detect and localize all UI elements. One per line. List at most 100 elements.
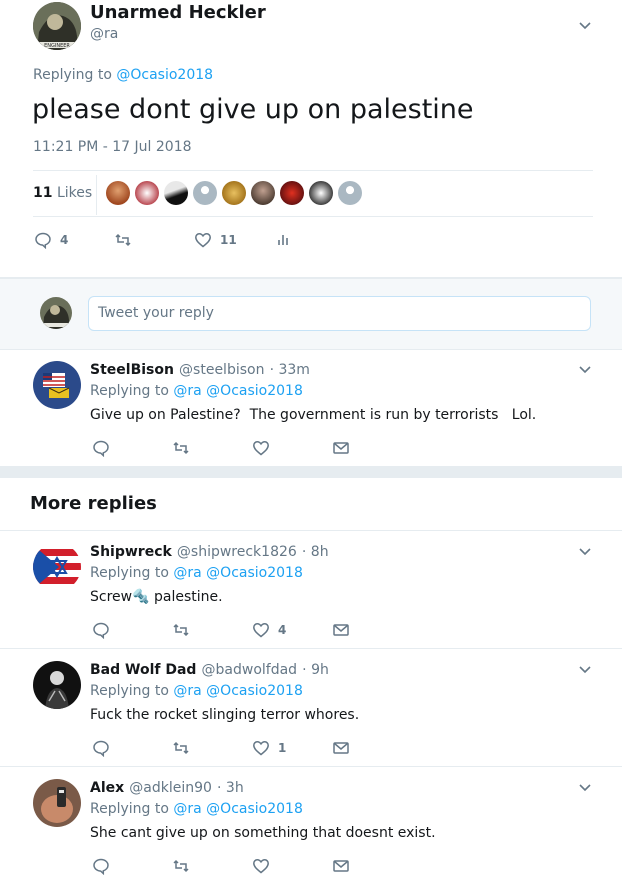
reply-avatar[interactable]	[33, 661, 81, 709]
replying-prefix: Replying to	[90, 565, 169, 581]
reply-avatar[interactable]	[33, 361, 81, 409]
retweet-icon	[115, 233, 131, 247]
avatar[interactable]	[280, 181, 304, 205]
heart-icon	[253, 741, 269, 756]
reply-replying-to: Replying to @ra @Ocasio2018	[90, 801, 303, 817]
divider	[33, 170, 593, 171]
divider	[0, 530, 622, 531]
reply-author-name[interactable]: Bad Wolf Dad	[90, 662, 196, 678]
like-button[interactable]: 1	[252, 739, 286, 757]
direct-message-button[interactable]	[332, 739, 350, 757]
reply-time[interactable]: · 8h	[302, 544, 329, 560]
direct-message-button[interactable]	[332, 439, 350, 457]
reply-button[interactable]: 4	[34, 231, 68, 249]
analytics-button[interactable]	[274, 231, 292, 249]
chevron-down-icon[interactable]	[578, 780, 592, 794]
replying-prefix: Replying to	[90, 683, 169, 699]
reply-author-name[interactable]: SteelBison	[90, 362, 174, 378]
reply-text: Give up on Palestine? The government is …	[90, 407, 537, 423]
reply-button[interactable]	[92, 857, 118, 875]
envelope-icon	[333, 442, 349, 454]
reply-button[interactable]	[92, 439, 118, 457]
direct-message-button[interactable]	[332, 621, 350, 639]
reply-time[interactable]: · 33m	[270, 362, 310, 378]
avatar[interactable]	[164, 181, 188, 205]
main-author-avatar[interactable]: ENGINEER	[33, 2, 81, 50]
reply-replying-to: Replying to @ra @Ocasio2018	[90, 383, 303, 399]
retweet-button[interactable]	[172, 857, 198, 875]
chevron-down-icon[interactable]	[578, 18, 592, 32]
section-separator	[0, 466, 622, 478]
like-button[interactable]	[252, 439, 278, 457]
avatar[interactable]	[135, 181, 159, 205]
envelope-icon	[333, 742, 349, 754]
reply-header: Alex @adklein90 · 3h	[90, 777, 244, 796]
reply-replying-to: Replying to @ra @Ocasio2018	[90, 565, 303, 581]
avatar[interactable]	[193, 181, 217, 205]
avatar[interactable]	[222, 181, 246, 205]
reply-icon	[35, 232, 51, 249]
reply-button[interactable]	[92, 739, 118, 757]
reply-replying-to: Replying to @ra @Ocasio2018	[90, 683, 303, 699]
retweet-icon	[173, 859, 189, 873]
analytics-icon	[278, 235, 288, 245]
replying-prefix: Replying to	[90, 801, 169, 817]
more-replies-heading: More replies	[30, 493, 157, 514]
reply-time[interactable]: · 9h	[302, 662, 329, 678]
reply-count: 4	[60, 233, 69, 247]
retweet-button[interactable]	[114, 231, 140, 249]
likes-label: Likes	[56, 185, 93, 201]
direct-message-button[interactable]	[332, 857, 350, 875]
avatar[interactable]	[338, 181, 362, 205]
reply-author-name[interactable]: Shipwreck	[90, 544, 172, 560]
replying-to-link[interactable]: @Ocasio2018	[116, 67, 213, 83]
chevron-down-icon[interactable]	[578, 544, 592, 558]
reply-avatar[interactable]	[33, 543, 81, 591]
reply-author-handle[interactable]: @badwolfdad	[202, 662, 298, 678]
heart-icon	[253, 441, 269, 456]
main-author-name[interactable]: Unarmed Heckler	[90, 2, 266, 23]
reply-avatar[interactable]	[33, 779, 81, 827]
main-tweet-timestamp[interactable]: 11:21 PM - 17 Jul 2018	[33, 139, 192, 155]
reply-author-name[interactable]: Alex	[90, 780, 124, 796]
reply-header: Shipwreck @shipwreck1826 · 8h	[90, 541, 329, 560]
reply-header: Bad Wolf Dad @badwolfdad · 9h	[90, 659, 329, 678]
reply-icon	[93, 740, 109, 757]
main-tweet-text: please dont give up on palestine	[32, 94, 474, 125]
avatar[interactable]	[309, 181, 333, 205]
heart-icon	[253, 859, 269, 874]
like-button[interactable]: 4	[252, 621, 286, 639]
reply-author-handle[interactable]: @shipwreck1826	[177, 544, 297, 560]
heart-icon	[195, 233, 211, 248]
retweet-button[interactable]	[172, 439, 198, 457]
chevron-down-icon[interactable]	[578, 662, 592, 676]
reply-time[interactable]: · 3h	[217, 780, 244, 796]
reply-header: SteelBison @steelbison · 33m	[90, 359, 310, 378]
divider	[33, 216, 593, 217]
likes-count: 11	[33, 185, 53, 201]
reply-icon	[93, 858, 109, 875]
likes-stat[interactable]: 11 Likes	[33, 185, 92, 201]
reply-author-handle[interactable]: @adklein90	[129, 780, 212, 796]
replying-to-link[interactable]: @ra @Ocasio2018	[173, 801, 302, 817]
current-user-avatar[interactable]	[40, 297, 72, 329]
replying-to-link[interactable]: @ra @Ocasio2018	[173, 683, 302, 699]
retweet-button[interactable]	[172, 621, 198, 639]
replying-to-link[interactable]: @ra @Ocasio2018	[173, 383, 302, 399]
chevron-down-icon[interactable]	[578, 362, 592, 376]
avatar[interactable]	[251, 181, 275, 205]
divider	[0, 648, 622, 649]
retweet-icon	[173, 623, 189, 637]
replying-to-link[interactable]: @ra @Ocasio2018	[173, 565, 302, 581]
like-button[interactable]: 11	[194, 231, 237, 249]
replying-prefix: Replying to	[90, 383, 169, 399]
reply-icon	[93, 440, 109, 457]
divider	[0, 349, 622, 350]
retweet-button[interactable]	[172, 739, 198, 757]
reply-author-handle[interactable]: @steelbison	[179, 362, 264, 378]
avatar[interactable]	[106, 181, 130, 205]
reply-button[interactable]	[92, 621, 118, 639]
reply-input[interactable]: Tweet your reply	[88, 296, 591, 331]
like-button[interactable]	[252, 857, 278, 875]
main-author-handle[interactable]: @ra	[90, 26, 118, 42]
